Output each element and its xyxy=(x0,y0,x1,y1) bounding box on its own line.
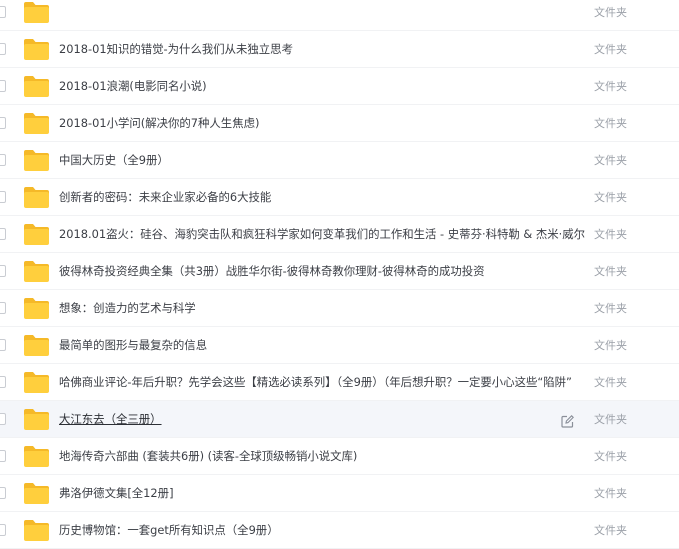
file-row[interactable]: 想象：创造力的艺术与科学 文件夹 xyxy=(0,290,679,327)
file-name-link[interactable]: 最简单的图形与最复杂的信息 xyxy=(59,327,207,364)
file-row[interactable]: 地海传奇六部曲 (套装共6册) (读客-全球顶级畅销小说文库) 文件夹 xyxy=(0,438,679,475)
file-row[interactable]: 哈佛商业评论-年后升职？先学会这些【精选必读系列】（全9册）（年后想升职？一定要… xyxy=(0,364,679,401)
file-name-link[interactable]: 弗洛伊德文集[全12册] xyxy=(59,475,174,512)
file-type: 文件夹 xyxy=(594,302,627,315)
folder-icon xyxy=(23,408,50,431)
file-type: 文件夹 xyxy=(594,154,627,167)
file-list: 文件夹 2018-01知识的错觉-为什么我们从未独立思考 文件夹 2018-01浪潮(… xyxy=(0,0,679,549)
file-row[interactable]: 大江东去（全三册） 文件夹 xyxy=(0,401,679,438)
file-row[interactable]: 历史博物馆：一套get所有知识点（全9册） 文件夹 xyxy=(0,512,679,549)
folder-icon xyxy=(23,1,50,24)
file-row[interactable]: 2018.01盗火：硅谷、海豹突击队和疯狂科学家如何变革我们的工作和生活 - 史… xyxy=(0,216,679,253)
file-type: 文件夹 xyxy=(594,376,627,389)
row-checkbox[interactable] xyxy=(0,154,6,166)
file-row[interactable]: 2018-01知识的错觉-为什么我们从未独立思考 文件夹 xyxy=(0,31,679,68)
file-row[interactable]: 创新者的密码：未来企业家必备的6大技能 文件夹 xyxy=(0,179,679,216)
row-checkbox[interactable] xyxy=(0,302,6,314)
row-checkbox[interactable] xyxy=(0,450,6,462)
file-row[interactable]: 中国大历史（全9册） 文件夹 xyxy=(0,142,679,179)
file-name-link[interactable]: 创新者的密码：未来企业家必备的6大技能 xyxy=(59,179,271,216)
folder-icon xyxy=(23,334,50,357)
row-checkbox[interactable] xyxy=(0,487,6,499)
row-checkbox[interactable] xyxy=(0,339,6,351)
file-row[interactable]: 文件夹 xyxy=(0,0,679,31)
file-row[interactable]: 2018-01小学问(解决你的7种人生焦虑) 文件夹 xyxy=(0,105,679,142)
row-checkbox[interactable] xyxy=(0,191,6,203)
file-name-link[interactable]: 2018-01浪潮(电影同名小说) xyxy=(59,68,207,105)
scrollbar[interactable] xyxy=(673,0,679,540)
row-checkbox[interactable] xyxy=(0,117,6,129)
row-checkbox[interactable] xyxy=(0,6,6,18)
row-checkbox[interactable] xyxy=(0,524,6,536)
row-checkbox[interactable] xyxy=(0,413,6,425)
file-name-link[interactable]: 2018-01小学问(解决你的7种人生焦虑) xyxy=(59,105,259,142)
folder-icon xyxy=(23,38,50,61)
folder-icon xyxy=(23,482,50,505)
folder-icon xyxy=(23,186,50,209)
row-checkbox[interactable] xyxy=(0,80,6,92)
file-name-link[interactable]: 哈佛商业评论-年后升职？先学会这些【精选必读系列】（全9册）（年后想升职？一定要… xyxy=(59,364,572,401)
file-type: 文件夹 xyxy=(594,80,627,93)
file-name-link[interactable]: 2018-01知识的错觉-为什么我们从未独立思考 xyxy=(59,31,293,68)
folder-icon xyxy=(23,297,50,320)
folder-icon xyxy=(23,223,50,246)
folder-icon xyxy=(23,371,50,394)
file-name-link[interactable]: 中国大历史（全9册） xyxy=(59,142,169,179)
folder-icon xyxy=(23,519,50,542)
row-checkbox[interactable] xyxy=(0,376,6,388)
row-checkbox[interactable] xyxy=(0,265,6,277)
file-type: 文件夹 xyxy=(594,43,627,56)
row-checkbox[interactable] xyxy=(0,43,6,55)
file-name-link[interactable]: 地海传奇六部曲 (套装共6册) (读客-全球顶级畅销小说文库) xyxy=(59,438,357,475)
edit-icon[interactable] xyxy=(561,413,574,428)
file-row[interactable]: 最简单的图形与最复杂的信息 文件夹 xyxy=(0,327,679,364)
file-type: 文件夹 xyxy=(594,450,627,463)
file-type: 文件夹 xyxy=(594,191,627,204)
folder-icon xyxy=(23,445,50,468)
file-row[interactable]: 2018-01浪潮(电影同名小说) 文件夹 xyxy=(0,68,679,105)
file-type: 文件夹 xyxy=(594,117,627,130)
file-type: 文件夹 xyxy=(594,339,627,352)
folder-icon xyxy=(23,149,50,172)
file-name-link[interactable]: 想象：创造力的艺术与科学 xyxy=(59,290,196,327)
file-row[interactable]: 彼得林奇投资经典全集（共3册）战胜华尔街-彼得林奇教你理财-彼得林奇的成功投资 文… xyxy=(0,253,679,290)
folder-icon xyxy=(23,112,50,135)
row-checkbox[interactable] xyxy=(0,228,6,240)
file-type: 文件夹 xyxy=(594,228,627,241)
file-name-link[interactable]: 彼得林奇投资经典全集（共3册）战胜华尔街-彼得林奇教你理财-彼得林奇的成功投资 xyxy=(59,253,485,290)
file-type: 文件夹 xyxy=(594,265,627,278)
file-name-link[interactable]: 2018.01盗火：硅谷、海豹突击队和疯狂科学家如何变革我们的工作和生活 - 史… xyxy=(59,216,585,253)
file-name-link[interactable]: 历史博物馆：一套get所有知识点（全9册） xyxy=(59,512,279,549)
file-name-link[interactable]: 大江东去（全三册） xyxy=(59,401,162,438)
file-type: 文件夹 xyxy=(594,6,627,19)
file-type: 文件夹 xyxy=(594,524,627,537)
folder-icon xyxy=(23,260,50,283)
folder-icon xyxy=(23,75,50,98)
file-type: 文件夹 xyxy=(594,487,627,500)
file-type: 文件夹 xyxy=(594,413,627,426)
file-row[interactable]: 弗洛伊德文集[全12册] 文件夹 xyxy=(0,475,679,512)
